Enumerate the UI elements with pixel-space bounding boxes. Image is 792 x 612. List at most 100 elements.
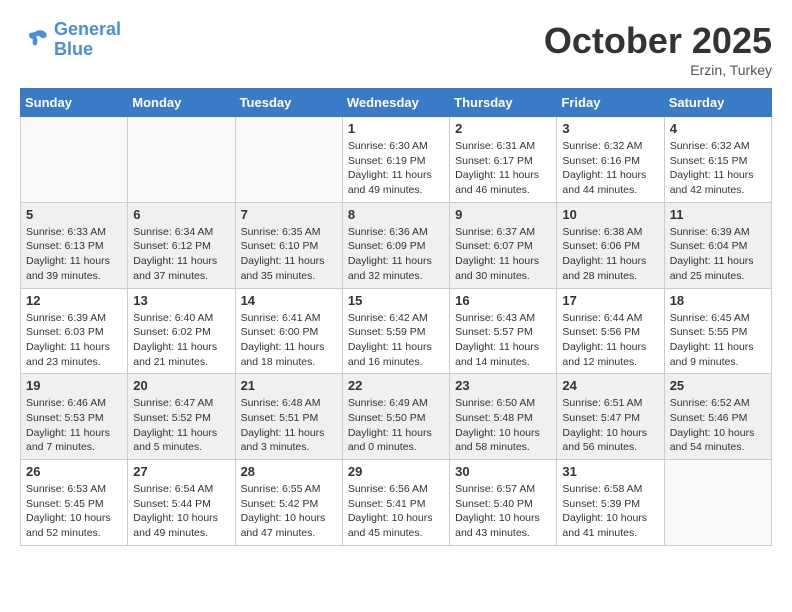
day-number: 17: [562, 293, 658, 308]
calendar-cell: [235, 117, 342, 203]
day-info: Sunrise: 6:54 AM Sunset: 5:44 PM Dayligh…: [133, 482, 229, 541]
weekday-header: Saturday: [664, 89, 771, 117]
day-number: 11: [670, 207, 766, 222]
calendar-cell: 5Sunrise: 6:33 AM Sunset: 6:13 PM Daylig…: [21, 202, 128, 288]
logo-icon: [20, 28, 50, 52]
location-subtitle: Erzin, Turkey: [544, 62, 772, 78]
day-info: Sunrise: 6:33 AM Sunset: 6:13 PM Dayligh…: [26, 225, 122, 284]
calendar-cell: 13Sunrise: 6:40 AM Sunset: 6:02 PM Dayli…: [128, 288, 235, 374]
day-number: 24: [562, 378, 658, 393]
weekday-header: Tuesday: [235, 89, 342, 117]
calendar-cell: [128, 117, 235, 203]
weekday-header-row: SundayMondayTuesdayWednesdayThursdayFrid…: [21, 89, 772, 117]
calendar-cell: 27 Sunrise: 6:54 AM Sunset: 5:44 PM Dayli…: [128, 460, 235, 546]
day-info: Sunrise: 6:50 AM Sunset: 5:48 PM Dayligh…: [455, 396, 551, 455]
calendar-cell: 24 Sunrise: 6:51 AM Sunset: 5:47 PM Dayli…: [557, 374, 664, 460]
day-number: 1: [348, 121, 444, 136]
day-number: 14: [241, 293, 337, 308]
weekday-header: Thursday: [450, 89, 557, 117]
calendar-cell: 18 Sunrise: 6:45 AM Sunset: 5:55 PM Dayli…: [664, 288, 771, 374]
day-info: Sunrise: 6:58 AM Sunset: 5:39 PM Dayligh…: [562, 482, 658, 541]
weekday-header: Wednesday: [342, 89, 449, 117]
day-info: Sunrise: 6:32 AM Sunset: 6:15 PM Dayligh…: [670, 139, 766, 198]
day-number: 2: [455, 121, 551, 136]
day-number: 4: [670, 121, 766, 136]
calendar-cell: 9 Sunrise: 6:37 AM Sunset: 6:07 PM Daylig…: [450, 202, 557, 288]
calendar-cell: 11Sunrise: 6:39 AM Sunset: 6:04 PM Dayli…: [664, 202, 771, 288]
day-info: Sunrise: 6:35 AM Sunset: 6:10 PM Dayligh…: [241, 225, 337, 284]
day-info: Sunrise: 6:37 AM Sunset: 6:07 PM Dayligh…: [455, 225, 551, 284]
day-number: 28: [241, 464, 337, 479]
calendar-cell: 20Sunrise: 6:47 AM Sunset: 5:52 PM Dayli…: [128, 374, 235, 460]
calendar-cell: 31 Sunrise: 6:58 AM Sunset: 5:39 PM Dayli…: [557, 460, 664, 546]
day-info: Sunrise: 6:32 AM Sunset: 6:16 PM Dayligh…: [562, 139, 658, 198]
calendar-cell: 4 Sunrise: 6:32 AM Sunset: 6:15 PM Daylig…: [664, 117, 771, 203]
day-number: 22: [348, 378, 444, 393]
calendar-cell: 8 Sunrise: 6:36 AM Sunset: 6:09 PM Daylig…: [342, 202, 449, 288]
calendar-cell: 2 Sunrise: 6:31 AM Sunset: 6:17 PM Daylig…: [450, 117, 557, 203]
day-number: 10: [562, 207, 658, 222]
calendar-table: SundayMondayTuesdayWednesdayThursdayFrid…: [20, 88, 772, 546]
calendar-cell: 26 Sunrise: 6:53 AM Sunset: 5:45 PM Dayli…: [21, 460, 128, 546]
calendar-cell: 28 Sunrise: 6:55 AM Sunset: 5:42 PM Dayli…: [235, 460, 342, 546]
day-number: 21: [241, 378, 337, 393]
day-info: Sunrise: 6:46 AM Sunset: 5:53 PM Dayligh…: [26, 396, 122, 455]
day-number: 26: [26, 464, 122, 479]
day-info: Sunrise: 6:44 AM Sunset: 5:56 PM Dayligh…: [562, 311, 658, 370]
calendar-cell: 25Sunrise: 6:52 AM Sunset: 5:46 PM Dayli…: [664, 374, 771, 460]
day-number: 27: [133, 464, 229, 479]
calendar-cell: 15 Sunrise: 6:42 AM Sunset: 5:59 PM Dayli…: [342, 288, 449, 374]
day-number: 12: [26, 293, 122, 308]
day-info: Sunrise: 6:51 AM Sunset: 5:47 PM Dayligh…: [562, 396, 658, 455]
calendar-week-row: 12 Sunrise: 6:39 AM Sunset: 6:03 PM Dayli…: [21, 288, 772, 374]
day-number: 23: [455, 378, 551, 393]
calendar-week-row: 5Sunrise: 6:33 AM Sunset: 6:13 PM Daylig…: [21, 202, 772, 288]
weekday-header: Sunday: [21, 89, 128, 117]
calendar-cell: 23 Sunrise: 6:50 AM Sunset: 5:48 PM Dayli…: [450, 374, 557, 460]
day-info: Sunrise: 6:34 AM Sunset: 6:12 PM Dayligh…: [133, 225, 229, 284]
day-info: Sunrise: 6:42 AM Sunset: 5:59 PM Dayligh…: [348, 311, 444, 370]
calendar-week-row: 19 Sunrise: 6:46 AM Sunset: 5:53 PM Dayli…: [21, 374, 772, 460]
calendar-cell: 6 Sunrise: 6:34 AM Sunset: 6:12 PM Daylig…: [128, 202, 235, 288]
day-info: Sunrise: 6:55 AM Sunset: 5:42 PM Dayligh…: [241, 482, 337, 541]
calendar-week-row: 1Sunrise: 6:30 AM Sunset: 6:19 PM Daylig…: [21, 117, 772, 203]
calendar-cell: 16Sunrise: 6:43 AM Sunset: 5:57 PM Dayli…: [450, 288, 557, 374]
day-info: Sunrise: 6:48 AM Sunset: 5:51 PM Dayligh…: [241, 396, 337, 455]
day-info: Sunrise: 6:45 AM Sunset: 5:55 PM Dayligh…: [670, 311, 766, 370]
day-number: 30: [455, 464, 551, 479]
day-number: 16: [455, 293, 551, 308]
day-number: 15: [348, 293, 444, 308]
day-number: 31: [562, 464, 658, 479]
day-info: Sunrise: 6:31 AM Sunset: 6:17 PM Dayligh…: [455, 139, 551, 198]
weekday-header: Friday: [557, 89, 664, 117]
page-header: General Blue October 2025 Erzin, Turkey: [20, 20, 772, 78]
calendar-cell: [21, 117, 128, 203]
calendar-cell: 7 Sunrise: 6:35 AM Sunset: 6:10 PM Daylig…: [235, 202, 342, 288]
day-number: 19: [26, 378, 122, 393]
calendar-cell: 17 Sunrise: 6:44 AM Sunset: 5:56 PM Dayli…: [557, 288, 664, 374]
day-info: Sunrise: 6:41 AM Sunset: 6:00 PM Dayligh…: [241, 311, 337, 370]
day-number: 7: [241, 207, 337, 222]
calendar-cell: 14 Sunrise: 6:41 AM Sunset: 6:00 PM Dayli…: [235, 288, 342, 374]
calendar-cell: 21 Sunrise: 6:48 AM Sunset: 5:51 PM Dayli…: [235, 374, 342, 460]
calendar-cell: 19 Sunrise: 6:46 AM Sunset: 5:53 PM Dayli…: [21, 374, 128, 460]
day-number: 20: [133, 378, 229, 393]
day-info: Sunrise: 6:38 AM Sunset: 6:06 PM Dayligh…: [562, 225, 658, 284]
day-info: Sunrise: 6:39 AM Sunset: 6:03 PM Dayligh…: [26, 311, 122, 370]
day-info: Sunrise: 6:49 AM Sunset: 5:50 PM Dayligh…: [348, 396, 444, 455]
day-info: Sunrise: 6:53 AM Sunset: 5:45 PM Dayligh…: [26, 482, 122, 541]
day-number: 6: [133, 207, 229, 222]
month-title: October 2025: [544, 20, 772, 62]
logo: General Blue: [20, 20, 121, 60]
day-number: 9: [455, 207, 551, 222]
calendar-cell: 29Sunrise: 6:56 AM Sunset: 5:41 PM Dayli…: [342, 460, 449, 546]
calendar-cell: [664, 460, 771, 546]
day-number: 18: [670, 293, 766, 308]
logo-text: General Blue: [54, 20, 121, 60]
day-number: 8: [348, 207, 444, 222]
day-info: Sunrise: 6:36 AM Sunset: 6:09 PM Dayligh…: [348, 225, 444, 284]
title-block: October 2025 Erzin, Turkey: [544, 20, 772, 78]
day-number: 3: [562, 121, 658, 136]
weekday-header: Monday: [128, 89, 235, 117]
day-info: Sunrise: 6:40 AM Sunset: 6:02 PM Dayligh…: [133, 311, 229, 370]
